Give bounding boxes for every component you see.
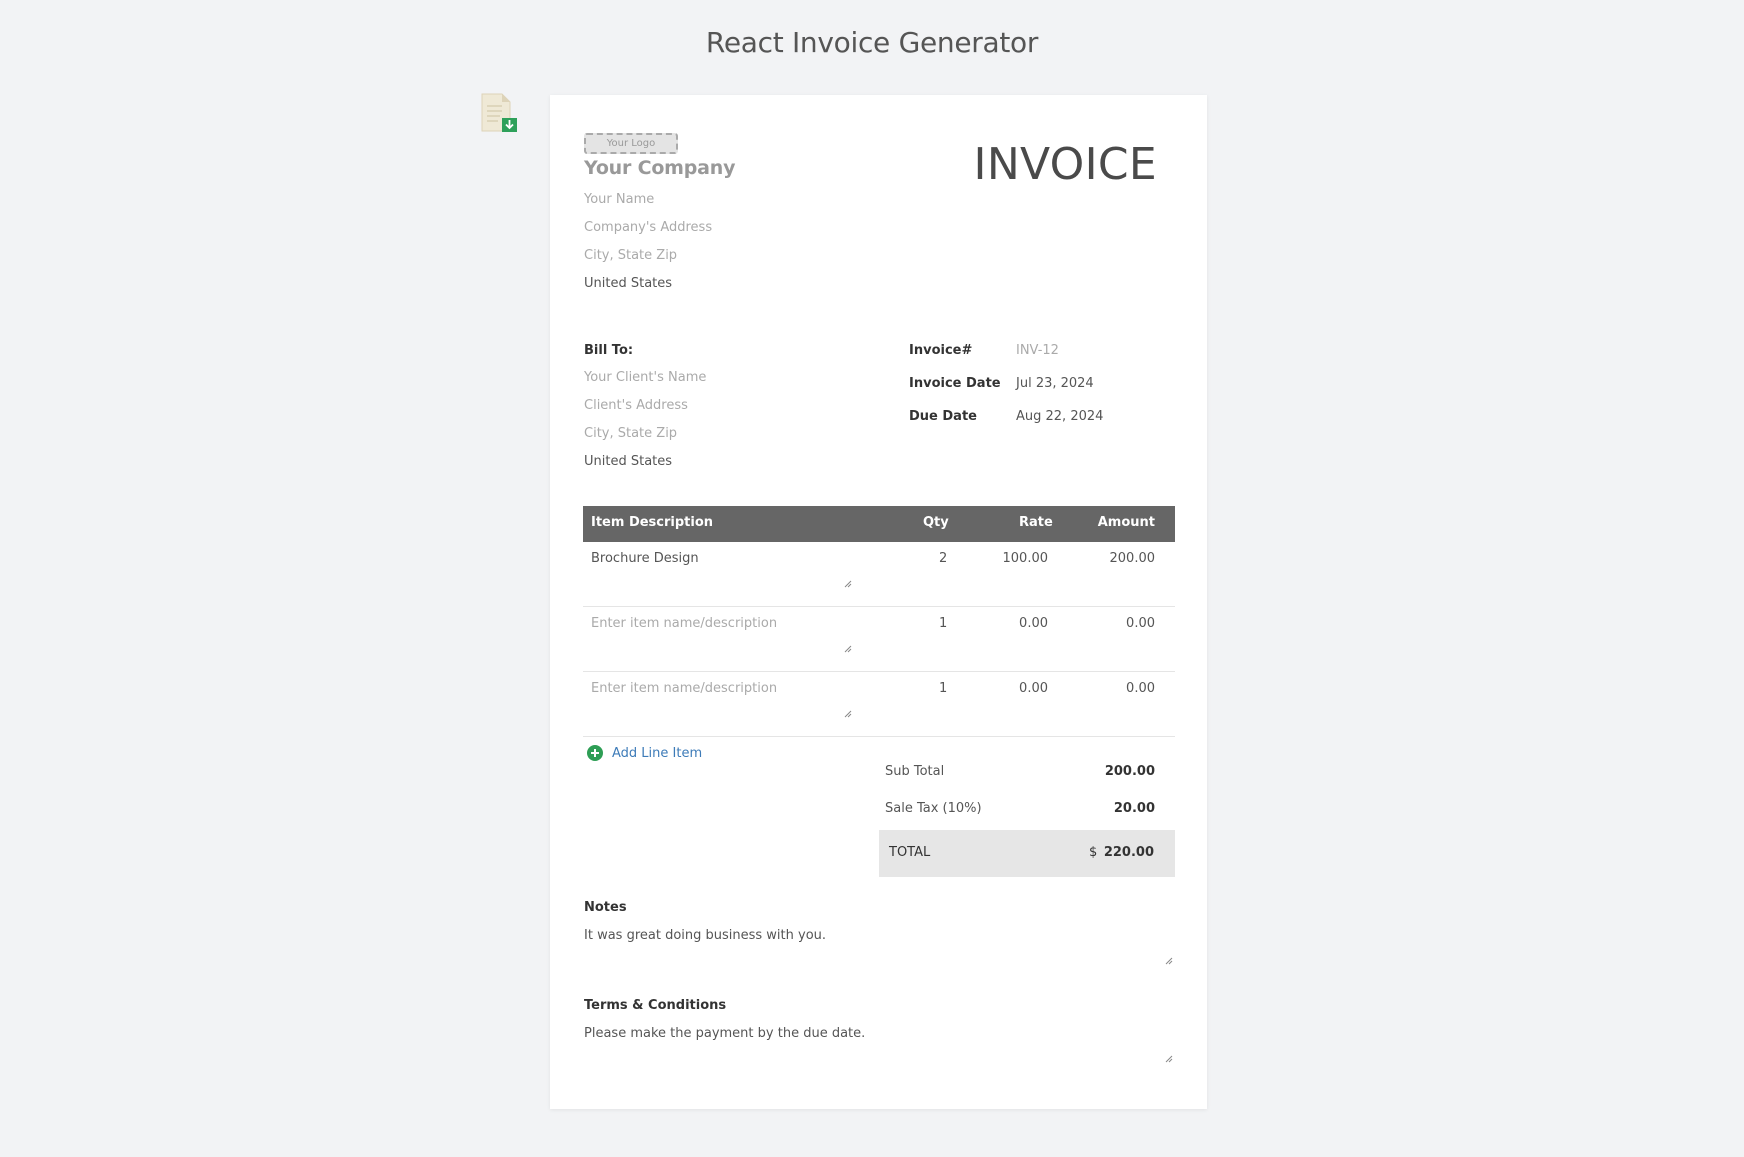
download-pdf-button[interactable] <box>480 93 518 133</box>
invoice-date-input[interactable]: Jul 23, 2024 <box>1016 376 1094 391</box>
company-address-input[interactable]: Company's Address <box>584 220 712 235</box>
item-rate-input[interactable]: 0.00 <box>1019 681 1048 696</box>
total-box: TOTAL $ 220.00 <box>879 830 1175 877</box>
header-description: Item Description <box>591 515 714 530</box>
terms-textarea[interactable]: Please make the payment by the due date. <box>584 1026 865 1041</box>
invoice-number-label: Invoice# <box>909 343 973 358</box>
logo-upload[interactable]: Your Logo <box>584 133 678 154</box>
table-row: Brochure Design 2 100.00 200.00 <box>583 542 1175 607</box>
notes-label[interactable]: Notes <box>584 900 627 915</box>
item-amount: 0.00 <box>1126 616 1155 631</box>
due-date-input[interactable]: Aug 22, 2024 <box>1016 409 1103 424</box>
add-line-item-button[interactable]: Add Line Item <box>587 745 702 761</box>
resize-handle-icon[interactable] <box>844 710 852 718</box>
table-row: Enter item name/description 1 0.00 0.00 <box>583 672 1175 737</box>
total-label[interactable]: TOTAL <box>889 845 930 860</box>
invoice-number-input[interactable]: INV-12 <box>1016 343 1059 358</box>
company-name-input[interactable]: Your Company <box>584 157 736 179</box>
table-row: Enter item name/description 1 0.00 0.00 <box>583 607 1175 672</box>
app-title: React Invoice Generator <box>705 26 1039 59</box>
subtotal-label: Sub Total <box>885 764 945 779</box>
company-country-select[interactable]: United States <box>584 276 672 291</box>
tax-value: 20.00 <box>1113 801 1155 816</box>
invoice-title[interactable]: INVOICE <box>974 139 1157 190</box>
item-description-input[interactable]: Brochure Design <box>591 551 699 566</box>
item-amount: 200.00 <box>1109 551 1156 566</box>
invoice-date-label: Invoice Date <box>909 376 1001 391</box>
client-city-input[interactable]: City, State Zip <box>584 426 677 441</box>
resize-handle-icon[interactable] <box>1165 1055 1173 1063</box>
notes-textarea[interactable]: It was great doing business with you. <box>584 928 826 943</box>
company-city-input[interactable]: City, State Zip <box>584 248 677 263</box>
client-country-select[interactable]: United States <box>584 454 672 469</box>
resize-handle-icon[interactable] <box>1165 957 1173 965</box>
item-amount: 0.00 <box>1126 681 1155 696</box>
item-rate-input[interactable]: 100.00 <box>1003 551 1049 566</box>
plus-circle-icon[interactable] <box>587 745 603 761</box>
items-table-header: Item Description Qty Rate Amount <box>583 506 1175 542</box>
due-date-label: Due Date <box>909 409 977 424</box>
total-value: 220.00 <box>1103 845 1154 860</box>
item-description-input[interactable]: Enter item name/description <box>591 616 777 631</box>
tax-label-input[interactable]: Sale Tax (10%) <box>885 801 982 816</box>
download-pdf-icon[interactable] <box>480 93 518 133</box>
resize-handle-icon[interactable] <box>844 580 852 588</box>
item-qty-input[interactable]: 1 <box>939 681 947 696</box>
item-description-input[interactable]: Enter item name/description <box>591 681 777 696</box>
add-line-item-label[interactable]: Add Line Item <box>612 746 702 761</box>
bill-to-label: Bill To: <box>584 343 634 358</box>
header-amount: Amount <box>1097 515 1155 530</box>
subtotal-value: 200.00 <box>1104 764 1155 779</box>
item-rate-input[interactable]: 0.00 <box>1019 616 1048 631</box>
header-rate: Rate <box>1019 515 1053 530</box>
invoice-page: Your Logo Your Company Your Name Company… <box>550 95 1207 1109</box>
item-qty-input[interactable]: 2 <box>939 551 947 566</box>
your-name-input[interactable]: Your Name <box>584 192 654 207</box>
header-qty: Qty <box>923 515 949 530</box>
resize-handle-icon[interactable] <box>844 645 852 653</box>
terms-label[interactable]: Terms & Conditions <box>584 998 726 1013</box>
currency-symbol[interactable]: $ <box>1089 845 1097 860</box>
client-name-input[interactable]: Your Client's Name <box>584 370 706 385</box>
client-address-input[interactable]: Client's Address <box>584 398 688 413</box>
item-qty-input[interactable]: 1 <box>939 616 947 631</box>
